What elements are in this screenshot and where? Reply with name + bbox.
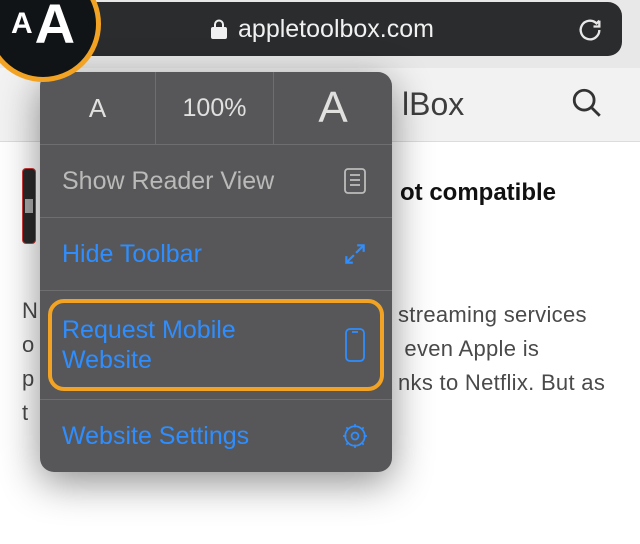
article-headline-fragment: ot compatible <box>400 179 556 207</box>
article-body-fragment: streaming services even Apple is nks to … <box>398 298 605 400</box>
url-display: appletoolbox.com <box>22 15 622 44</box>
gear-icon <box>340 423 370 449</box>
text-size-row: A 100% A <box>40 72 392 144</box>
body-prefix-1: N <box>22 298 38 324</box>
reader-icon <box>340 168 370 194</box>
website-settings-label: Website Settings <box>62 422 340 451</box>
hide-toolbar-item[interactable]: Hide Toolbar <box>40 218 392 290</box>
reload-icon[interactable] <box>576 16 604 44</box>
small-a-glyph: A <box>11 9 33 39</box>
request-mobile-website-item[interactable]: Request Mobile Website <box>40 291 392 399</box>
phone-icon <box>340 328 370 362</box>
website-settings-item[interactable]: Website Settings <box>40 400 392 472</box>
expand-icon <box>340 241 370 267</box>
url-text: appletoolbox.com <box>238 15 434 44</box>
body-prefix-2: o <box>22 332 34 358</box>
decrease-text-button[interactable]: A <box>40 72 156 144</box>
body-prefix-3: p <box>22 366 34 392</box>
increase-text-button[interactable]: A <box>274 72 392 144</box>
text-size-popover: A 100% A Show Reader View Hide Toolbar R… <box>40 72 392 472</box>
url-bar[interactable]: appletoolbox.com <box>22 2 622 56</box>
body-prefix-4: t <box>22 400 28 426</box>
show-reader-view-item[interactable]: Show Reader View <box>40 145 392 217</box>
big-a-glyph: A <box>35 0 75 52</box>
request-mobile-label: Request Mobile Website <box>62 315 340 376</box>
article-thumbnail <box>22 168 36 244</box>
hide-toolbar-label: Hide Toolbar <box>62 240 340 269</box>
lock-icon <box>210 18 228 40</box>
show-reader-view-label: Show Reader View <box>62 167 340 196</box>
site-brand-fragment: lBox <box>402 86 464 123</box>
text-size-percent[interactable]: 100% <box>156 72 274 144</box>
search-icon[interactable] <box>570 86 604 120</box>
